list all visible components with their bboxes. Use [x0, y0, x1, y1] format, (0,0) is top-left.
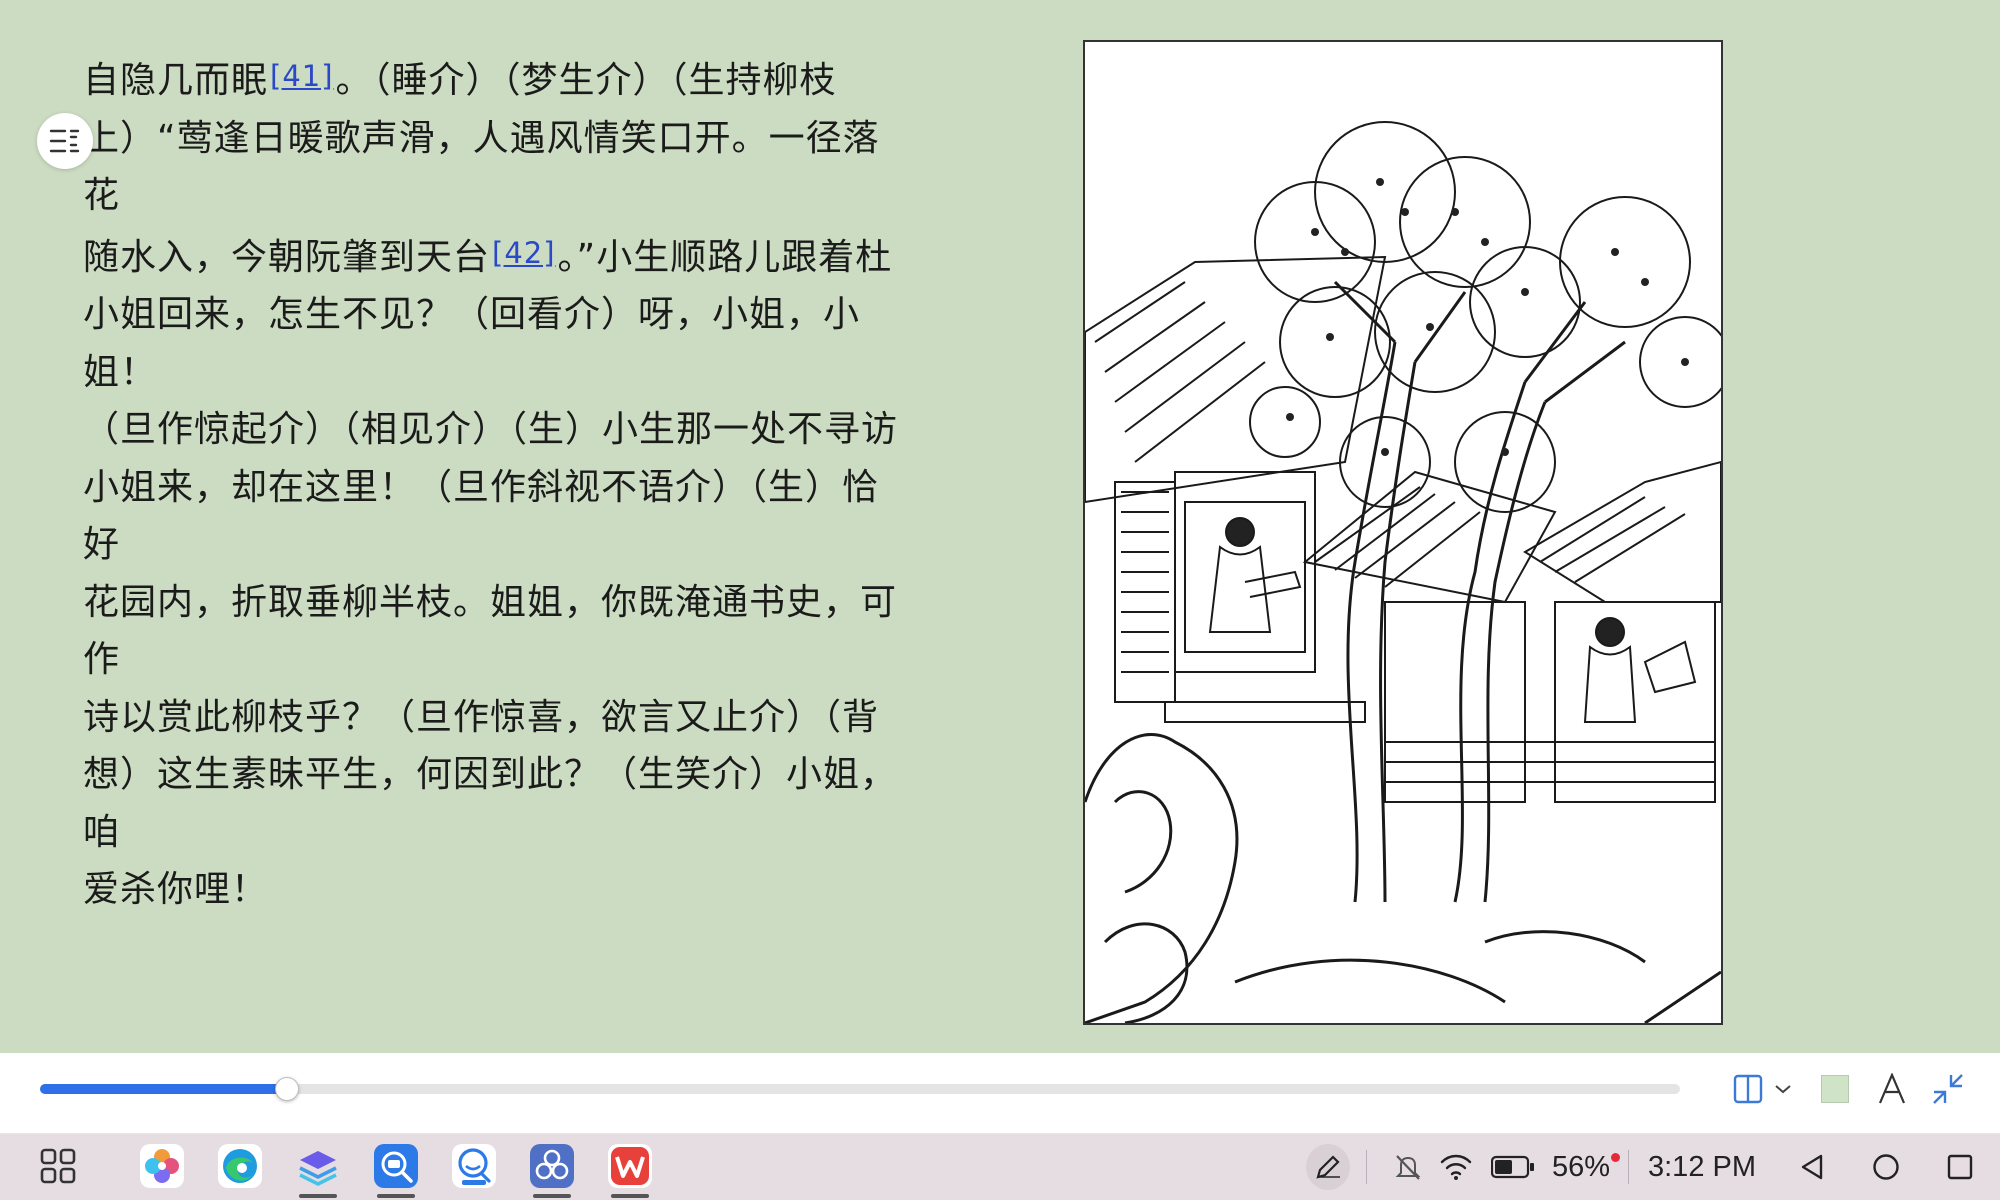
- progress-thumb[interactable]: [275, 1077, 299, 1101]
- petal-app-icon: [535, 1149, 569, 1180]
- running-indicator: [377, 1194, 415, 1198]
- text-segment: 上）“莺逢日暖歌声滑，人遇风情笑口开。一径落花: [83, 117, 880, 217]
- text-line: 爱杀你哩！: [83, 861, 913, 919]
- tray-divider: [1366, 1150, 1367, 1184]
- system-taskbar: 56% 3:12 PM: [0, 1134, 2000, 1200]
- table-of-contents-button[interactable]: [37, 113, 93, 169]
- text-line: 自隐几而眠[41]。（睡介）（梦生介）（生持柳枝: [83, 48, 913, 110]
- text-segment: 小姐回来，怎生不见？（回看介）呀，小姐，小姐！: [83, 294, 861, 393]
- dictionary-app-icon: [381, 1151, 413, 1183]
- bell-muted-icon: [1395, 1155, 1421, 1180]
- chat-app-icon: [458, 1148, 491, 1185]
- text-segment: （旦作惊起介）（相见介）（生）小生那一处不寻访: [83, 409, 899, 450]
- app-grid-button[interactable]: [36, 1144, 80, 1188]
- chat-app[interactable]: [452, 1144, 496, 1188]
- text-line: 想）这生素昧平生，何因到此？（生笑介）小姐，咱: [83, 746, 913, 861]
- page-layout-button[interactable]: [1728, 1067, 1768, 1111]
- layers-app-icon: [299, 1151, 337, 1186]
- text-segment: 。”小生顺路儿跟着杜: [557, 236, 893, 278]
- columns-icon: [1733, 1074, 1763, 1104]
- clock-text: 3:12 PM: [1648, 1150, 1756, 1183]
- running-indicator: [533, 1194, 571, 1198]
- book-illustration: [1083, 40, 1723, 1025]
- notification-dot: [1611, 1152, 1621, 1162]
- text-line: 小姐来，却在这里！（旦作斜视不语介）（生）恰好: [83, 459, 913, 574]
- gallery-app[interactable]: [140, 1144, 184, 1188]
- clock[interactable]: 3:12 PM: [1648, 1134, 1756, 1200]
- wps-office-icon: [611, 1147, 649, 1185]
- text-line: 小姐回来，怎生不见？（回看介）呀，小姐，小姐！: [83, 286, 913, 401]
- reading-toolbar: [0, 1053, 2000, 1134]
- home-button[interactable]: [1868, 1134, 1904, 1200]
- wifi-icon: [1440, 1154, 1472, 1180]
- recents-icon: [1947, 1154, 1973, 1180]
- text-segment: 诗以赏此柳枝乎？（旦作惊喜，欲言又止介）（背: [83, 696, 880, 738]
- pen-icon: [1316, 1155, 1340, 1179]
- running-indicator: [611, 1194, 649, 1198]
- reading-progress-slider[interactable]: [40, 1077, 1680, 1101]
- footnote-link-42[interactable]: [42]: [492, 236, 556, 270]
- background-color-button[interactable]: [1818, 1067, 1852, 1111]
- app-grid-icon: [40, 1148, 76, 1184]
- gallery-app-icon: [145, 1149, 179, 1183]
- edge-browser-app[interactable]: [218, 1144, 262, 1188]
- layers-app[interactable]: [296, 1144, 340, 1188]
- wps-office-app[interactable]: [608, 1144, 652, 1188]
- text-line: 上）“莺逢日暖歌声滑，人遇风情笑口开。一径落花: [83, 110, 913, 225]
- text-segment: 自隐几而眠: [83, 60, 269, 101]
- petal-app[interactable]: [530, 1144, 574, 1188]
- mute-status[interactable]: [1390, 1134, 1426, 1200]
- battery-percent-text: 56%: [1552, 1150, 1611, 1183]
- text-segment: 。（睡介）（梦生介）（生持柳枝: [335, 60, 837, 101]
- dictionary-app[interactable]: [374, 1144, 418, 1188]
- list-icon: [49, 129, 80, 153]
- font-settings-button[interactable]: [1874, 1067, 1910, 1111]
- back-icon: [1801, 1154, 1823, 1180]
- edge-browser-icon: [223, 1149, 257, 1183]
- battery-percent: 56%: [1552, 1134, 1621, 1200]
- text-line: 诗以赏此柳枝乎？（旦作惊喜，欲言又止介）（背: [83, 689, 913, 747]
- text-line: 花园内，折取垂柳半枝。姐姐，你既淹通书史，可作: [83, 574, 913, 689]
- battery-icon: [1491, 1155, 1534, 1179]
- tray-divider: [1628, 1150, 1629, 1184]
- text-segment: 随水入，今朝阮肇到天台: [83, 236, 491, 278]
- text-segment: 小姐来，却在这里！（旦作斜视不语介）（生）恰好: [83, 466, 880, 566]
- font-icon: [1878, 1073, 1906, 1104]
- stylus-button[interactable]: [1306, 1134, 1350, 1200]
- text-line: （旦作惊起介）（相见介）（生）小生那一处不寻访: [83, 401, 913, 459]
- footnote-link-41[interactable]: [41]: [270, 59, 334, 93]
- reader-view[interactable]: 自隐几而眠[41]。（睡介）（梦生介）（生持柳枝 上）“莺逢日暖歌声滑，人遇风情…: [0, 0, 2000, 1053]
- text-line: 随水入，今朝阮肇到天台[42]。”小生顺路儿跟着杜: [83, 225, 913, 287]
- collapse-icon: [1933, 1074, 1963, 1104]
- text-segment: 想）这生素昧平生，何因到此？（生笑介）小姐，咱: [83, 754, 898, 853]
- text-segment: 爱杀你哩！: [83, 869, 269, 910]
- back-button[interactable]: [1794, 1134, 1830, 1200]
- background-color-swatch: [1821, 1075, 1849, 1103]
- page-layout-dropdown[interactable]: [1770, 1067, 1796, 1111]
- home-icon: [1873, 1154, 1899, 1180]
- wifi-status[interactable]: [1438, 1134, 1474, 1200]
- exit-fullscreen-button[interactable]: [1928, 1067, 1968, 1111]
- book-text: 自隐几而眠[41]。（睡介）（梦生介）（生持柳枝 上）“莺逢日暖歌声滑，人遇风情…: [83, 48, 913, 919]
- running-indicator: [299, 1194, 337, 1198]
- recents-button[interactable]: [1942, 1134, 1978, 1200]
- chevron-down-icon: [1775, 1085, 1791, 1094]
- garden-pavilion-illustration: [1085, 42, 1721, 1023]
- battery-status[interactable]: [1490, 1134, 1536, 1200]
- progress-fill: [40, 1084, 286, 1094]
- text-segment: 花园内，折取垂柳半枝。姐姐，你既淹通书史，可作: [83, 581, 898, 681]
